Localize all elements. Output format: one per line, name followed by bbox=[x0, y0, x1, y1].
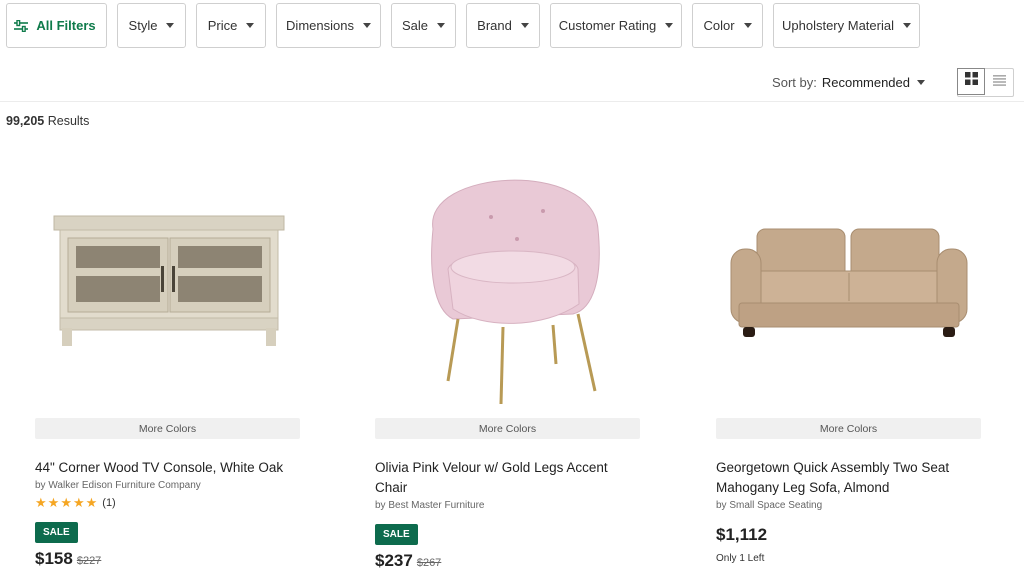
product-title[interactable]: Georgetown Quick Assembly Two Seat Mahog… bbox=[716, 458, 981, 498]
sort-label: Sort by: bbox=[772, 74, 817, 90]
caret-down-icon bbox=[665, 23, 674, 28]
filter-upholstery-material-label: Upholstery Material bbox=[782, 18, 894, 33]
sort-value: Recommended bbox=[821, 74, 910, 90]
product-image-sofa[interactable] bbox=[716, 150, 981, 418]
filter-price-label: Price bbox=[207, 18, 238, 33]
price-row: $237 $267 bbox=[375, 551, 640, 571]
filter-sliders-icon bbox=[14, 19, 29, 32]
caret-down-icon bbox=[520, 23, 529, 28]
more-colors-button[interactable]: More Colors bbox=[35, 418, 300, 439]
header-divider bbox=[0, 101, 1024, 102]
product-image-tv-console[interactable] bbox=[35, 150, 300, 418]
grid-view-button[interactable] bbox=[957, 67, 985, 95]
caret-down-icon bbox=[362, 23, 371, 28]
product-image-accent-chair[interactable] bbox=[375, 150, 640, 418]
star-icon: ★ bbox=[72, 495, 85, 510]
filter-brand-label: Brand bbox=[477, 18, 512, 33]
star-icon: ★ bbox=[35, 495, 47, 510]
filter-style-button[interactable]: Style bbox=[117, 3, 186, 48]
sale-badge: SALE bbox=[35, 522, 78, 543]
filter-bar: All Filters Style Price Dimensions Sale … bbox=[6, 3, 920, 49]
product-card[interactable]: More Colors Olivia Pink Velour w/ Gold L… bbox=[375, 150, 640, 571]
was-price: $267 bbox=[416, 557, 442, 569]
price-row: $158 $227 bbox=[35, 549, 300, 569]
filter-customer-rating-label: Customer Rating bbox=[558, 18, 657, 33]
filter-price-button[interactable]: Price bbox=[196, 3, 266, 48]
filter-brand-button[interactable]: Brand bbox=[466, 3, 540, 48]
rating-count: (1) bbox=[102, 496, 116, 509]
sort-row: Sort by: Recommended bbox=[772, 67, 1014, 97]
product-price: $237 bbox=[375, 551, 413, 570]
caret-down-icon bbox=[166, 23, 175, 28]
star-icon: ★ bbox=[47, 495, 60, 510]
caret-down-icon bbox=[246, 23, 255, 28]
product-title[interactable]: Olivia Pink Velour w/ Gold Legs Accent C… bbox=[375, 458, 640, 498]
filter-customer-rating-button[interactable]: Customer Rating bbox=[550, 3, 682, 48]
sort-dropdown[interactable]: Sort by: Recommended bbox=[772, 75, 925, 90]
results-number: 99,205 bbox=[6, 114, 45, 128]
filter-color-button[interactable]: Color bbox=[692, 3, 763, 48]
star-icon: ★ bbox=[60, 495, 72, 510]
product-title[interactable]: 44" Corner Wood TV Console, White Oak bbox=[35, 458, 300, 478]
product-price: $1,112 bbox=[716, 525, 768, 544]
list-icon bbox=[992, 73, 1006, 91]
filter-upholstery-material-button[interactable]: Upholstery Material bbox=[773, 3, 920, 48]
product-brand: by Walker Edison Furniture Company bbox=[35, 480, 201, 491]
caret-down-icon bbox=[743, 23, 752, 28]
product-price: $158 bbox=[35, 549, 73, 568]
view-toggle bbox=[957, 67, 1014, 97]
product-rating[interactable]: ★ ★ ★ ★ ★ (1) bbox=[35, 496, 300, 509]
more-colors-button[interactable]: More Colors bbox=[375, 418, 640, 439]
results-label: Results bbox=[47, 114, 90, 128]
star-icon: ★ bbox=[85, 495, 98, 510]
filter-dimensions-label: Dimensions bbox=[286, 18, 354, 33]
product-brand: by Best Master Furniture bbox=[375, 500, 485, 511]
list-view-button[interactable] bbox=[985, 69, 1013, 96]
more-colors-button[interactable]: More Colors bbox=[716, 418, 981, 439]
filter-dimensions-button[interactable]: Dimensions bbox=[276, 3, 381, 48]
sale-badge: SALE bbox=[375, 524, 418, 545]
grid-icon bbox=[964, 72, 978, 90]
stock-status: Only 1 Left bbox=[716, 553, 765, 564]
filter-sale-button[interactable]: Sale bbox=[391, 3, 456, 48]
was-price: $227 bbox=[76, 555, 102, 567]
product-card[interactable]: More Colors Georgetown Quick Assembly Tw… bbox=[716, 150, 981, 564]
product-card[interactable]: More Colors 44" Corner Wood TV Console, … bbox=[35, 150, 300, 569]
all-filters-label: All Filters bbox=[36, 18, 96, 33]
filter-style-label: Style bbox=[128, 18, 158, 33]
product-brand: by Small Space Seating bbox=[716, 500, 823, 511]
all-filters-button[interactable]: All Filters bbox=[6, 3, 107, 48]
caret-down-icon bbox=[437, 23, 446, 28]
caret-down-icon bbox=[903, 23, 911, 28]
results-count: 99,205 Results bbox=[6, 114, 89, 128]
price-row: $1,112 bbox=[716, 525, 981, 545]
filter-color-label: Color bbox=[703, 18, 735, 33]
filter-sale-label: Sale bbox=[401, 18, 429, 33]
caret-down-icon bbox=[917, 79, 925, 85]
